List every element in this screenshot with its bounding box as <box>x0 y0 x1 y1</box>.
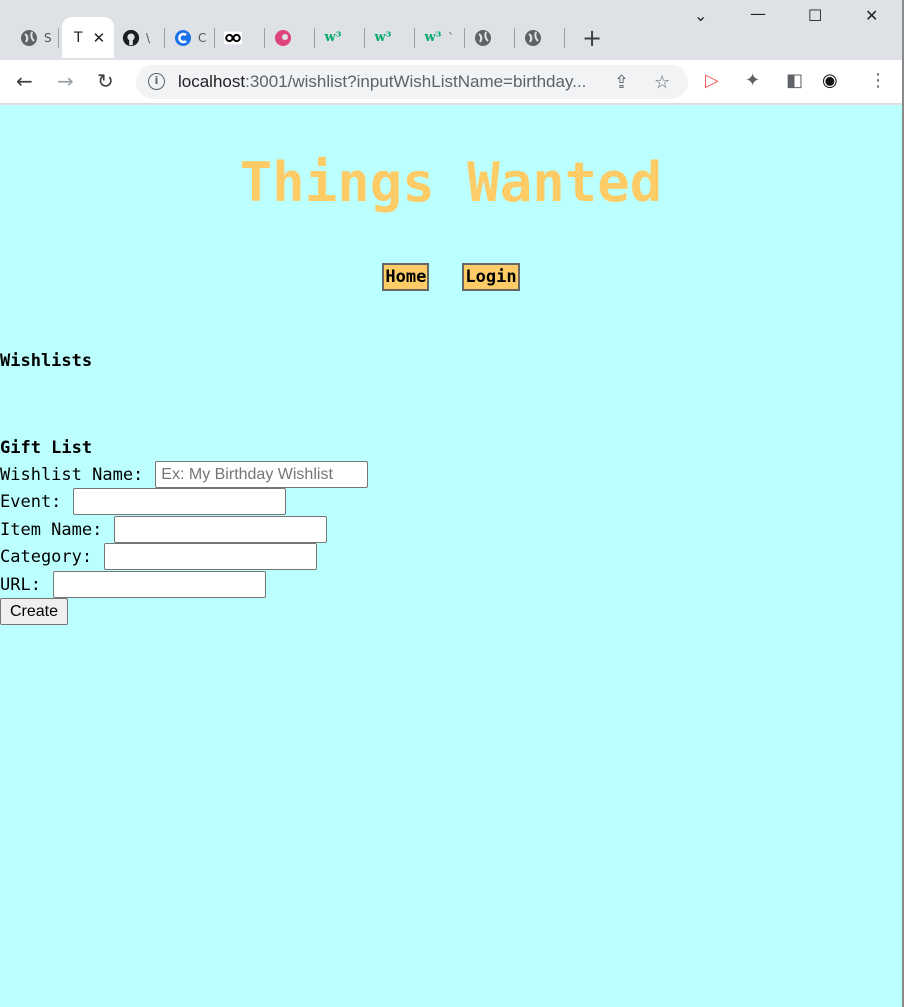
category-input[interactable] <box>104 543 318 570</box>
c-icon <box>174 29 192 47</box>
tab-strip: S T ✕ \ C w³ w³ w³ ` + ⌄ — ☐ ✕ <box>0 0 904 60</box>
forward-arrow-icon[interactable]: → <box>57 69 74 93</box>
home-link[interactable]: Home <box>382 263 430 291</box>
globe-icon <box>474 29 492 47</box>
canva-icon <box>274 29 292 47</box>
side-panel-icon[interactable]: ◧ <box>786 70 803 91</box>
menu-kebab-icon[interactable]: ⋮ <box>869 70 887 91</box>
browser-toolbar: ← → ↻ i localhost:3001/wishlist?inputWis… <box>0 60 904 104</box>
item-name-label: Item Name: <box>0 519 103 540</box>
share-icon[interactable]: ⇪ <box>614 72 629 93</box>
extensions-puzzle-icon[interactable]: ✦ <box>745 70 760 91</box>
category-label: Category: <box>0 546 93 567</box>
tab-6[interactable] <box>262 17 312 58</box>
tab-1[interactable]: S <box>8 17 58 58</box>
nav-bar: Home Login <box>0 263 902 291</box>
event-row: Event: <box>0 488 287 515</box>
w3-icon: w³ <box>424 30 442 45</box>
bookmark-star-icon[interactable]: ☆ <box>654 72 670 93</box>
close-icon[interactable]: ✕ <box>93 29 106 47</box>
tab-9[interactable]: w³ ` <box>412 17 462 58</box>
glasses-icon <box>224 29 242 47</box>
tab-8[interactable]: w³ <box>362 17 412 58</box>
profile-avatar-icon[interactable]: ◉ <box>822 70 838 91</box>
wishlist-name-label: Wishlist Name: <box>0 464 144 485</box>
event-label: Event: <box>0 491 62 512</box>
github-icon <box>122 29 140 47</box>
tab-5[interactable] <box>212 17 262 58</box>
tab-4[interactable]: C <box>162 17 212 58</box>
tab-11[interactable] <box>512 17 562 58</box>
tab-search-icon[interactable]: ⌄ <box>694 6 707 25</box>
tab-3[interactable]: \ <box>110 17 160 58</box>
url-text[interactable]: localhost:3001/wishlist?inputWishListNam… <box>178 72 586 92</box>
wishlist-name-row: Wishlist Name: <box>0 461 369 488</box>
url-row: URL: <box>0 571 266 598</box>
event-input[interactable] <box>73 488 287 515</box>
maximize-icon[interactable]: ☐ <box>808 6 822 25</box>
login-link[interactable]: Login <box>462 263 520 291</box>
extension-arrow-icon[interactable]: ▷ <box>705 70 719 91</box>
url-label: URL: <box>0 574 41 595</box>
w3-icon: w³ <box>324 30 342 45</box>
w3-icon: w³ <box>374 30 392 45</box>
create-button[interactable]: Create <box>0 598 69 625</box>
category-row: Category: <box>0 543 318 570</box>
globe-icon <box>20 29 38 47</box>
window-close-icon[interactable]: ✕ <box>865 6 878 25</box>
wishlist-name-input[interactable] <box>155 461 369 488</box>
tab-7[interactable]: w³ <box>312 17 362 58</box>
globe-icon <box>524 29 542 47</box>
reload-icon[interactable]: ↻ <box>97 69 114 93</box>
tab-10[interactable] <box>462 17 512 58</box>
wishlists-heading: Wishlists <box>0 351 93 371</box>
url-input[interactable] <box>52 571 266 598</box>
address-bar[interactable]: i localhost:3001/wishlist?inputWishListN… <box>136 65 688 99</box>
page-viewport: Things Wanted Home Login Wishlists Gift … <box>0 105 902 1007</box>
new-tab-button[interactable]: + <box>582 24 602 52</box>
back-arrow-icon[interactable]: ← <box>16 69 33 93</box>
gift-list-heading: Gift List <box>0 438 93 458</box>
minimize-icon[interactable]: — <box>750 4 766 23</box>
item-name-row: Item Name: <box>0 516 328 543</box>
tab-active[interactable]: T ✕ <box>62 17 114 58</box>
item-name-input[interactable] <box>114 516 328 543</box>
page-title: Things Wanted <box>239 151 663 214</box>
site-info-icon[interactable]: i <box>148 73 165 90</box>
